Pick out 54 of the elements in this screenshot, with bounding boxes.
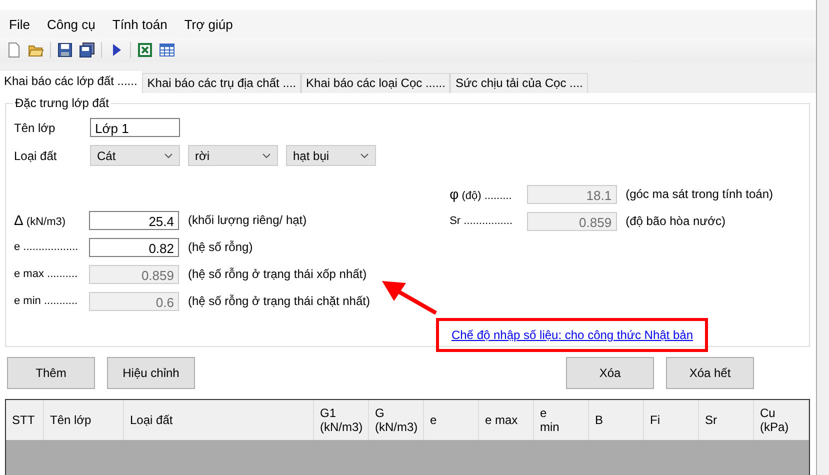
field-label: Tên lớp	[14, 120, 56, 134]
input-field[interactable]: 0.82	[89, 238, 179, 256]
table-icon[interactable]	[159, 42, 175, 58]
column-header[interactable]: STT	[6, 400, 44, 440]
save-icon[interactable]	[57, 42, 73, 58]
field-label: Loại đất	[14, 148, 58, 162]
column-header[interactable]: Tên lớp	[44, 400, 124, 440]
new-document-icon[interactable]	[6, 42, 22, 58]
dropdown[interactable]: Cát	[90, 145, 180, 166]
field-label: e ..................	[14, 241, 80, 253]
column-header[interactable]: e	[424, 400, 479, 440]
column-header[interactable]: Loại đất	[124, 400, 314, 440]
column-header[interactable]: G (kN/m3)	[369, 400, 424, 440]
dropdown[interactable]: rời	[188, 145, 278, 166]
field-label: Δ (kN/m3)	[14, 212, 67, 228]
tab[interactable]: Khai báo các lớp đất ......	[0, 71, 142, 93]
spreadsheet-icon[interactable]	[137, 42, 153, 58]
dropdown[interactable]: hạt bụi	[286, 145, 376, 166]
button[interactable]: Thêm	[7, 357, 95, 389]
column-header[interactable]: B	[589, 400, 644, 440]
column-header[interactable]: Cu (kPa)	[754, 400, 809, 440]
chevron-down-icon	[262, 152, 271, 158]
chevron-down-icon	[360, 152, 369, 158]
tab[interactable]: Khai báo các trụ địa chất ....	[142, 73, 302, 93]
field-label: Sr ................	[450, 215, 514, 227]
column-header[interactable]: G1 (kN/m3)	[314, 400, 369, 440]
button[interactable]: Xóa hết	[666, 357, 754, 389]
field-note: (góc ma sát trong tính toán)	[626, 187, 773, 201]
column-header[interactable]: e min	[534, 400, 589, 440]
tab[interactable]: Sức chịu tải của Cọc ....	[450, 73, 588, 93]
chevron-down-icon	[164, 152, 173, 158]
group-title: Đặc trưng lớp đất	[13, 96, 111, 110]
column-header[interactable]: Sr	[699, 400, 754, 440]
field-note: (hệ số rỗng)	[188, 240, 253, 254]
menu-item[interactable]: File	[4, 16, 35, 32]
mode-link[interactable]: Chế độ nhập số liệu: cho công thức Nhật bản	[451, 328, 693, 342]
field-note: (hệ số rỗng ở trạng thái chặt nhất)	[188, 294, 370, 308]
button[interactable]: Xóa	[566, 357, 654, 389]
menu-item[interactable]: Trợ giúp	[179, 16, 238, 32]
button[interactable]: Hiệu chỉnh	[107, 357, 195, 389]
field-note: (hệ số rỗng ở trạng thái xốp nhất)	[188, 267, 367, 281]
field-label: φ (độ) .........	[450, 186, 513, 202]
column-header[interactable]: e max	[479, 400, 534, 440]
menu-item[interactable]: Công cụ	[42, 16, 100, 32]
tab[interactable]: Khai báo các loại Cọc ......	[301, 73, 450, 93]
input-field[interactable]: 25.4	[89, 210, 179, 230]
field-note: (khối lượng riêng/ hạt)	[188, 213, 307, 227]
input-field[interactable]: Lớp 1	[90, 118, 180, 137]
field-label: e max ..........	[14, 268, 79, 280]
field-note: (độ bão hòa nước)	[626, 214, 726, 228]
save-all-icon[interactable]	[79, 42, 95, 58]
column-header[interactable]: Fi	[644, 400, 699, 440]
menu-item[interactable]: Tính toán	[107, 16, 172, 32]
field-label: e min ...........	[14, 295, 79, 307]
